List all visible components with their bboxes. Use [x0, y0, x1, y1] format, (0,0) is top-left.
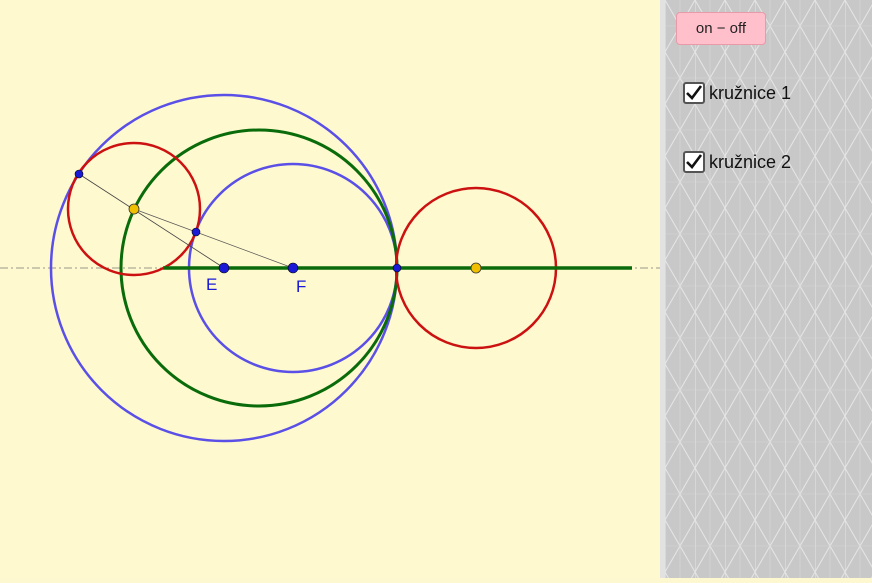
check-icon	[686, 154, 703, 169]
check-icon	[686, 85, 703, 100]
kruznice-2-label: kružnice 2	[709, 151, 792, 172]
on-off-button[interactable]: on − off	[676, 12, 766, 45]
construction-line-1	[78, 173, 225, 269]
point-blue-top[interactable]	[74, 169, 84, 179]
construction-line-2	[133, 208, 294, 269]
construction-drawing[interactable]: E F	[0, 0, 660, 578]
kruznice-1-checkbox[interactable]	[683, 82, 705, 104]
kruznice-1-label: kružnice 1	[709, 82, 792, 103]
point-tangent[interactable]	[392, 263, 402, 273]
checkbox-row-kruznice-1[interactable]: kružnice 1	[683, 82, 791, 104]
kruznice-2-checkbox[interactable]	[683, 151, 705, 173]
checkbox-row-kruznice-2[interactable]: kružnice 2	[683, 151, 791, 173]
point-E[interactable]	[218, 262, 230, 274]
control-panel: on − off kružnice 1 kružnice 2	[665, 0, 872, 578]
label-F: F	[296, 277, 306, 296]
point-F[interactable]	[287, 262, 299, 274]
point-yellow-left[interactable]	[128, 203, 140, 215]
point-blue-mid[interactable]	[191, 227, 201, 237]
point-yellow-right[interactable]	[470, 262, 482, 274]
geometry-canvas[interactable]: E F	[0, 0, 660, 578]
label-E: E	[206, 275, 217, 294]
